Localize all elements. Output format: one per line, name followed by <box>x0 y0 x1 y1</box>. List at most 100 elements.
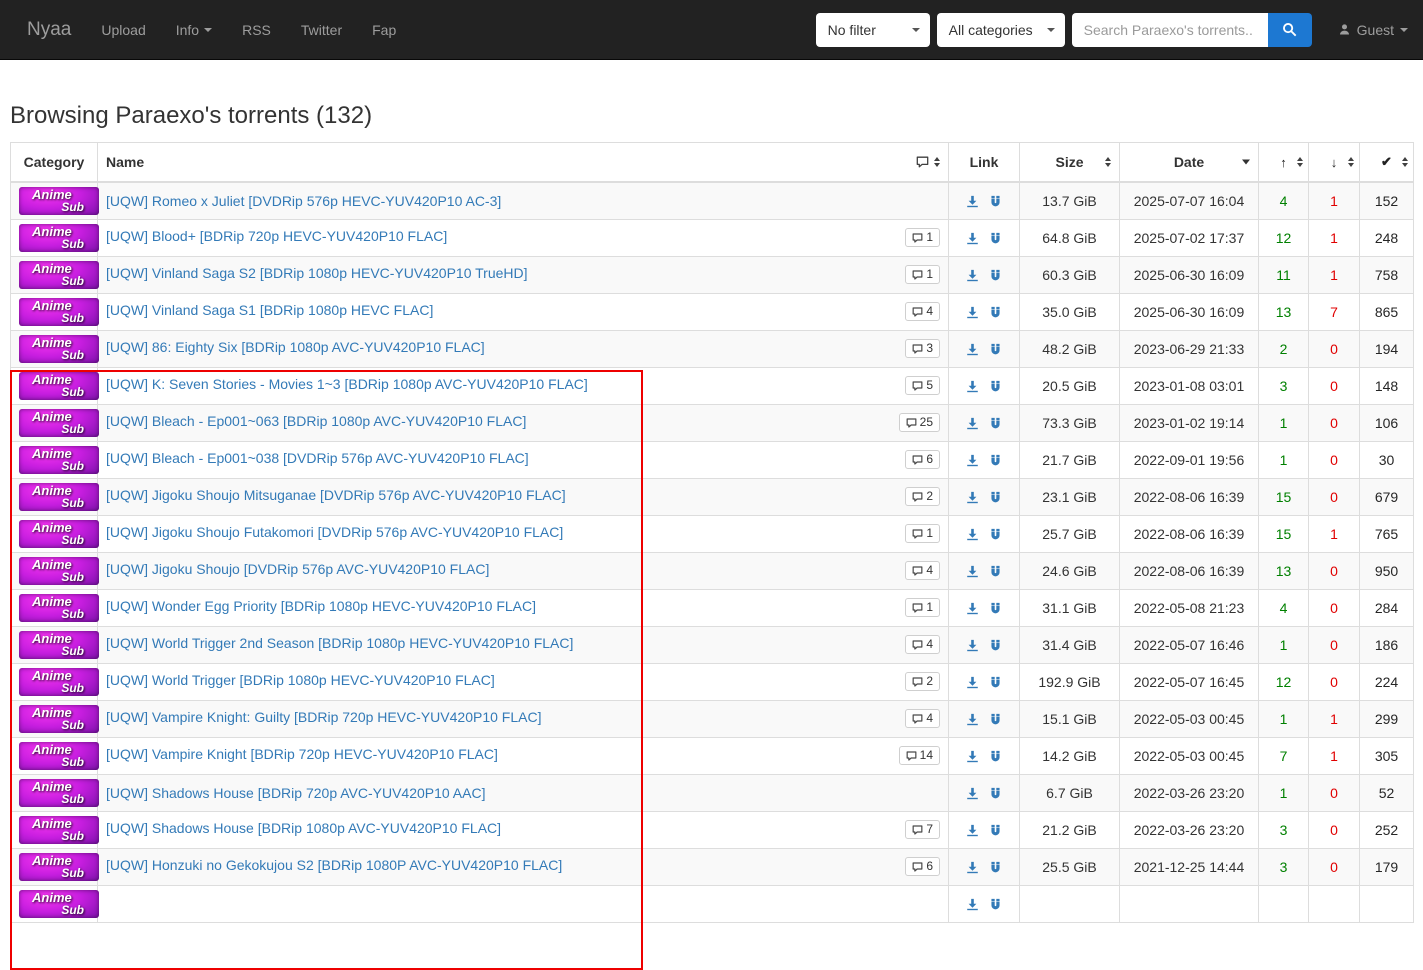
download-icon[interactable] <box>966 454 979 467</box>
column-header-date[interactable]: Date <box>1120 143 1259 182</box>
torrent-title-link[interactable]: [UQW] Shadows House [BDRip 1080p AVC-YUV… <box>106 820 501 836</box>
comments-badge[interactable]: 1 <box>905 265 940 284</box>
download-icon[interactable] <box>966 528 979 541</box>
download-icon[interactable] <box>966 306 979 319</box>
nav-link-info[interactable]: Info <box>161 0 227 59</box>
magnet-icon[interactable] <box>989 861 1002 874</box>
comments-badge[interactable]: 4 <box>905 302 940 321</box>
magnet-icon[interactable] <box>989 787 1002 800</box>
torrent-title-link[interactable]: [UQW] 86: Eighty Six [BDRip 1080p AVC-YU… <box>106 339 485 355</box>
torrent-title-link[interactable]: [UQW] Vinland Saga S2 [BDRip 1080p HEVC-… <box>106 265 528 281</box>
magnet-icon[interactable] <box>989 676 1002 689</box>
comments-badge[interactable]: 4 <box>905 709 940 728</box>
magnet-icon[interactable] <box>989 565 1002 578</box>
download-icon[interactable] <box>966 861 979 874</box>
magnet-icon[interactable] <box>989 454 1002 467</box>
comments-badge[interactable]: 2 <box>905 672 940 691</box>
category-icon-anime-sub[interactable]: Anime Sub <box>19 483 99 511</box>
category-icon-anime-sub[interactable]: Anime Sub <box>19 705 99 733</box>
comments-badge[interactable]: 6 <box>905 450 940 469</box>
category-icon-anime-sub[interactable]: Anime Sub <box>19 335 99 363</box>
magnet-icon[interactable] <box>989 232 1002 245</box>
download-icon[interactable] <box>966 787 979 800</box>
category-icon-anime-sub[interactable]: Anime Sub <box>19 520 99 548</box>
magnet-icon[interactable] <box>989 380 1002 393</box>
column-header-seeders[interactable]: ↑ <box>1259 143 1309 182</box>
magnet-icon[interactable] <box>989 639 1002 652</box>
nav-link-rss[interactable]: RSS <box>227 0 286 59</box>
torrent-title-link[interactable]: [UQW] Vampire Knight: Guilty [BDRip 720p… <box>106 709 541 725</box>
comments-badge[interactable]: 1 <box>905 228 940 247</box>
category-icon-anime-sub[interactable]: Anime Sub <box>19 631 99 659</box>
column-header-name[interactable]: Name <box>98 143 949 182</box>
torrent-title-link[interactable]: [UQW] Shadows House [BDRip 720p AVC-YUV4… <box>106 785 485 801</box>
search-button[interactable] <box>1268 13 1312 47</box>
nav-link-upload[interactable]: Upload <box>86 0 160 59</box>
category-icon-anime-sub[interactable]: Anime Sub <box>19 261 99 289</box>
nav-link-fap[interactable]: Fap <box>357 0 411 59</box>
category-icon-anime-sub[interactable]: Anime Sub <box>19 890 99 918</box>
category-icon-anime-sub[interactable]: Anime Sub <box>19 779 99 807</box>
magnet-icon[interactable] <box>989 528 1002 541</box>
comments-badge[interactable]: 4 <box>905 635 940 654</box>
column-header-size[interactable]: Size <box>1020 143 1120 182</box>
download-icon[interactable] <box>966 898 979 911</box>
magnet-icon[interactable] <box>989 491 1002 504</box>
category-icon-anime-sub[interactable]: Anime Sub <box>19 668 99 696</box>
comments-badge[interactable]: 6 <box>905 857 940 876</box>
download-icon[interactable] <box>966 343 979 356</box>
filter-select[interactable]: No filter <box>816 13 930 47</box>
torrent-title-link[interactable]: [UQW] Bleach - Ep001~063 [BDRip 1080p AV… <box>106 413 526 429</box>
download-icon[interactable] <box>966 824 979 837</box>
download-icon[interactable] <box>966 195 979 208</box>
torrent-title-link[interactable]: [UQW] Vinland Saga S1 [BDRip 1080p HEVC … <box>106 302 433 318</box>
magnet-icon[interactable] <box>989 195 1002 208</box>
category-icon-anime-sub[interactable]: Anime Sub <box>19 409 99 437</box>
category-icon-anime-sub[interactable]: Anime Sub <box>19 594 99 622</box>
torrent-title-link[interactable]: [UQW] Honzuki no Gekokujou S2 [BDRip 108… <box>106 857 562 873</box>
comments-badge[interactable]: 2 <box>905 487 940 506</box>
comments-badge[interactable]: 5 <box>905 376 940 395</box>
magnet-icon[interactable] <box>989 824 1002 837</box>
download-icon[interactable] <box>966 602 979 615</box>
download-icon[interactable] <box>966 417 979 430</box>
torrent-title-link[interactable]: [UQW] Blood+ [BDRip 720p HEVC-YUV420P10 … <box>106 228 447 244</box>
magnet-icon[interactable] <box>989 269 1002 282</box>
download-icon[interactable] <box>966 750 979 763</box>
category-select[interactable]: All categories <box>937 13 1065 47</box>
torrent-title-link[interactable]: [UQW] World Trigger [BDRip 1080p HEVC-YU… <box>106 672 495 688</box>
comments-badge[interactable]: 3 <box>905 339 940 358</box>
category-icon-anime-sub[interactable]: Anime Sub <box>19 853 99 881</box>
download-icon[interactable] <box>966 676 979 689</box>
brand-link[interactable]: Nyaa <box>15 19 86 41</box>
download-icon[interactable] <box>966 713 979 726</box>
category-icon-anime-sub[interactable]: Anime Sub <box>19 187 99 215</box>
user-menu[interactable]: Guest <box>1338 22 1408 38</box>
torrent-title-link[interactable]: [UQW] Bleach - Ep001~038 [DVDRip 576p AV… <box>106 450 529 466</box>
category-icon-anime-sub[interactable]: Anime Sub <box>19 557 99 585</box>
torrent-title-link[interactable]: [UQW] Vampire Knight [BDRip 720p HEVC-YU… <box>106 746 498 762</box>
magnet-icon[interactable] <box>989 602 1002 615</box>
comments-badge[interactable]: 1 <box>905 598 940 617</box>
download-icon[interactable] <box>966 380 979 393</box>
category-icon-anime-sub[interactable]: Anime Sub <box>19 372 99 400</box>
column-header-completed[interactable]: ✔ <box>1360 143 1414 182</box>
magnet-icon[interactable] <box>989 898 1002 911</box>
magnet-icon[interactable] <box>989 343 1002 356</box>
category-icon-anime-sub[interactable]: Anime Sub <box>19 446 99 474</box>
torrent-title-link[interactable]: [UQW] Jigoku Shoujo Futakomori [DVDRip 5… <box>106 524 563 540</box>
download-icon[interactable] <box>966 639 979 652</box>
column-header-leechers[interactable]: ↓ <box>1309 143 1360 182</box>
torrent-title-link[interactable]: [UQW] World Trigger 2nd Season [BDRip 10… <box>106 635 573 651</box>
search-input[interactable] <box>1072 13 1268 47</box>
comments-badge[interactable]: 4 <box>905 561 940 580</box>
download-icon[interactable] <box>966 269 979 282</box>
comments-badge[interactable]: 7 <box>905 820 940 839</box>
comments-badge[interactable]: 14 <box>899 746 940 765</box>
category-icon-anime-sub[interactable]: Anime Sub <box>19 816 99 844</box>
magnet-icon[interactable] <box>989 417 1002 430</box>
download-icon[interactable] <box>966 565 979 578</box>
category-icon-anime-sub[interactable]: Anime Sub <box>19 742 99 770</box>
magnet-icon[interactable] <box>989 306 1002 319</box>
category-icon-anime-sub[interactable]: Anime Sub <box>19 298 99 326</box>
